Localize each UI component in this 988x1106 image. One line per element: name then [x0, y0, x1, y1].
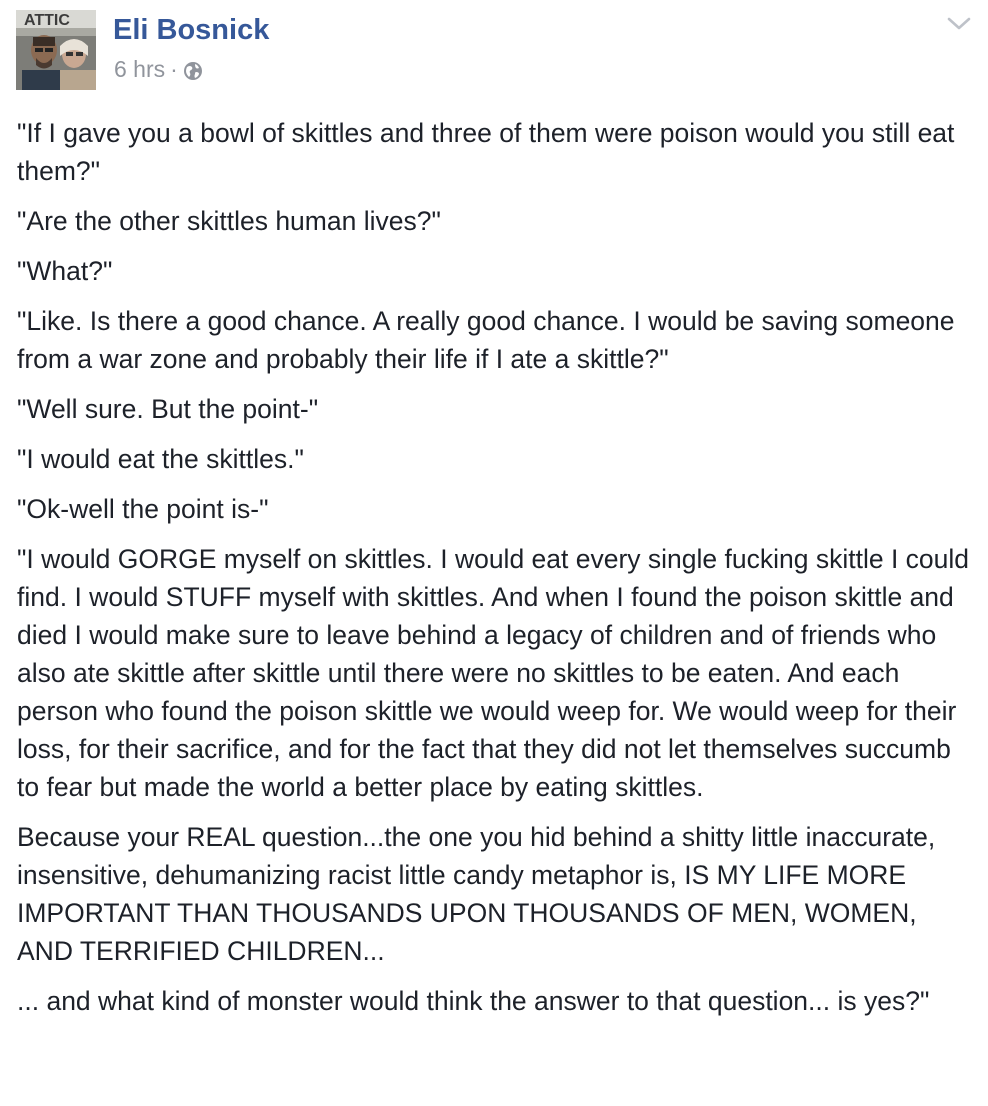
post-paragraph: "Are the other skittles human lives?" — [17, 206, 441, 236]
post-paragraph: "Well sure. But the point-" — [17, 394, 319, 424]
post-paragraph: ... and what kind of monster would think… — [17, 986, 930, 1016]
post-header: ATTIC Eli Bosnick 6 hrs · — [16, 10, 972, 92]
post-paragraph: "I would eat the skittles." — [17, 444, 304, 474]
avatar-sign-text: ATTIC — [24, 12, 70, 29]
post-paragraph: "Ok-well the point is-" — [17, 494, 269, 524]
facebook-post: ATTIC Eli Bosnick 6 hrs · "If I gave you… — [0, 0, 988, 1106]
author-name-link[interactable]: Eli Bosnick — [113, 14, 269, 47]
post-paragraph: "If I gave you a bowl of skittles and th… — [17, 118, 955, 186]
post-timestamp[interactable]: 6 hrs — [114, 56, 165, 83]
post-paragraph: "I would GORGE myself on skittles. I wou… — [17, 544, 970, 802]
globe-icon[interactable] — [183, 60, 203, 80]
post-paragraph: "Like. Is there a good chance. A really … — [17, 306, 955, 374]
meta-separator: · — [170, 56, 178, 82]
post-body: "If I gave you a bowl of skittles and th… — [17, 114, 972, 1032]
avatar[interactable]: ATTIC — [16, 10, 96, 90]
post-paragraph: "What?" — [17, 256, 113, 286]
post-meta: 6 hrs · — [114, 56, 203, 83]
post-paragraph: Because your REAL question...the one you… — [17, 822, 936, 966]
chevron-down-icon[interactable] — [946, 14, 972, 34]
avatar-photo: ATTIC — [16, 10, 96, 90]
